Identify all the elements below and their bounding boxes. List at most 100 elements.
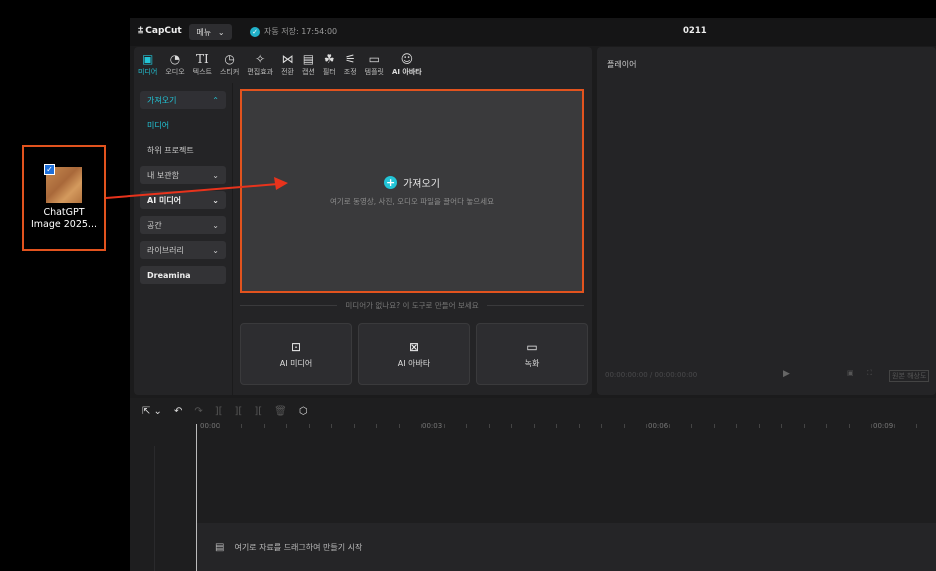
sidebar-item-media[interactable]: 미디어: [140, 116, 226, 134]
sidebar-item-dreamina[interactable]: Dreamina: [140, 266, 226, 284]
title-bar: ⩲ CapCut 메뉴 ⌄ ✓ 자동 저장: 17:54:00 0211: [130, 18, 936, 46]
tab-media[interactable]: ▣ 미디어: [134, 47, 161, 83]
desktop-file-icon[interactable]: ✓ ChatGPT Image 2025...: [22, 145, 106, 251]
project-title: 0211: [683, 26, 707, 36]
ruler-tick: [556, 424, 557, 428]
chevron-down-icon: ⌄: [212, 170, 219, 180]
ratio-button[interactable]: 원본 해상도: [889, 370, 930, 382]
media-sidebar: 가져오기 ⌃ 미디어 하위 프로젝트 내 보관함 ⌄ AI 미디어 ⌄ 공간 ⌄ 라이브…: [140, 91, 226, 291]
ruler-tick: [668, 424, 670, 428]
menu-button[interactable]: 메뉴 ⌄: [189, 24, 232, 40]
split-left-icon[interactable]: ][: [235, 406, 243, 417]
template-icon: ▭: [368, 52, 380, 66]
tab-sticker[interactable]: ◷ 스티커: [216, 47, 243, 83]
split-right-icon[interactable]: ][: [254, 406, 262, 417]
timeline-ruler: 00:00 00:03 00:06 00:09: [196, 420, 936, 434]
capcut-logo-icon: ⩲: [138, 26, 144, 36]
media-icon: ▣: [141, 52, 154, 66]
ruler-tick: [736, 424, 737, 428]
tab-filter[interactable]: ☘ 필터: [319, 47, 340, 83]
fullscreen-icon[interactable]: ▣: [847, 369, 854, 377]
sticker-icon: ◷: [224, 52, 235, 66]
ruler-tick: [826, 424, 827, 428]
camera-icon: ▭: [526, 339, 538, 354]
ruler-tick: [443, 424, 445, 428]
ruler-tick: [421, 424, 422, 428]
sidebar-item-import[interactable]: 가져오기 ⌃: [140, 91, 226, 109]
ruler-tick: [511, 424, 512, 428]
play-icon[interactable]: ▶: [783, 369, 790, 379]
capcut-window: ⩲ CapCut 메뉴 ⌄ ✓ 자동 저장: 17:54:00 0211 ▣ 미디어 ◔…: [130, 18, 936, 571]
tab-adjust[interactable]: ⚟ 조정: [340, 47, 361, 83]
ruler-tick: [331, 424, 332, 428]
player-controls: 00:00:00:00 / 00:00:00:00 ▶ ▣ ⛶ 원본 해상도: [597, 365, 936, 389]
sidebar-item-ai-media[interactable]: AI 미디어 ⌄: [140, 191, 226, 209]
tab-transition[interactable]: ⋈ 전환: [277, 47, 298, 83]
record-card[interactable]: ▭ 녹화: [476, 323, 588, 385]
undo-icon[interactable]: ↶: [174, 406, 182, 417]
plus-icon: +: [384, 176, 398, 189]
dropzone-hint: 여기로 동영상, 사진, 오디오 파일을 끌어다 놓으세요: [330, 197, 494, 206]
track-divider: [154, 446, 155, 571]
tab-text[interactable]: TI 텍스트: [189, 47, 216, 83]
main-track[interactable]: ▤ 여기로 자료를 드래그하여 만들기 시작: [197, 523, 936, 571]
ai-media-card[interactable]: ⊡ AI 미디어: [240, 323, 352, 385]
ruler-tick-label: 00:03: [422, 422, 443, 430]
main-toolbar: ▣ 미디어 ◔ 오디오 TI 텍스트 ◷ 스티커 ✧ 편집효과 ⋈ 전환 ▤ 캡션 ☘ 필터 ⚟…: [134, 47, 592, 83]
image-thumbnail: ✓: [44, 164, 82, 203]
caption-icon: ▤: [302, 52, 315, 66]
chevron-down-icon: ⌄: [212, 245, 219, 255]
ruler-tick-label: 00:09: [873, 422, 894, 430]
player-panel: 플레이어 00:00:00:00 / 00:00:00:00 ▶ ▣ ⛶ 원본 …: [597, 47, 936, 395]
ruler-tick: [376, 424, 377, 428]
sidebar-item-space[interactable]: 공간 ⌄: [140, 216, 226, 234]
ruler-tick-label: 00:06: [648, 422, 669, 430]
sidebar-item-subprojects[interactable]: 하위 프로젝트: [140, 141, 226, 159]
ai-avatar-icon: ⊠: [408, 339, 420, 354]
desktop-file-name: ChatGPT Image 2025...: [30, 207, 97, 230]
ruler-tick: [353, 424, 355, 428]
ruler-tick: [533, 424, 535, 428]
ruler-tick: [781, 424, 782, 428]
tab-caption[interactable]: ▤ 캡션: [298, 47, 319, 83]
tab-audio[interactable]: ◔ 오디오: [161, 47, 188, 83]
film-icon: ▤: [215, 541, 225, 553]
ruler-tick: [488, 424, 490, 428]
ruler-tick: [241, 424, 242, 428]
autosave-status: ✓ 자동 저장: 17:54:00: [250, 26, 337, 37]
ruler-tick: [578, 424, 580, 428]
ruler-tick: [308, 424, 310, 428]
tab-effects[interactable]: ✧ 편집효과: [243, 47, 277, 83]
split-icon[interactable]: ][: [215, 406, 223, 417]
ruler-tick: [646, 424, 647, 428]
text-icon: TI: [195, 52, 209, 66]
player-label: 플레이어: [607, 60, 637, 69]
tab-template[interactable]: ▭ 템플릿: [361, 47, 388, 83]
transition-icon: ⋈: [281, 52, 294, 66]
ruler-tick: [893, 424, 895, 428]
sidebar-item-my-storage[interactable]: 내 보관함 ⌄: [140, 166, 226, 184]
sidebar-item-library[interactable]: 라이브러리 ⌄: [140, 241, 226, 259]
tab-ai-avatar[interactable]: ☺ AI 아바타: [388, 47, 426, 83]
import-dropzone[interactable]: + 가져오기 여기로 동영상, 사진, 오디오 파일을 끌어다 놓으세요: [240, 89, 584, 293]
ruler-tick: [286, 424, 287, 428]
redo-icon[interactable]: ↷: [194, 406, 202, 417]
crop-icon[interactable]: ⛶: [867, 369, 872, 378]
chevron-down-icon: ⌄: [212, 220, 219, 230]
ruler-tick: [623, 424, 625, 428]
import-button[interactable]: + 가져오기: [384, 175, 440, 190]
ruler-tick: [691, 424, 692, 428]
ruler-tick: [871, 424, 872, 428]
ai-avatar-card[interactable]: ⊠ AI 아바타: [358, 323, 470, 385]
effects-icon: ✧: [255, 52, 266, 66]
chevron-up-icon: ⌃: [212, 95, 219, 105]
ruler-tick: [848, 424, 850, 428]
ruler-tick: [263, 424, 265, 428]
media-panel: ▣ 미디어 ◔ 오디오 TI 텍스트 ◷ 스티커 ✧ 편집효과 ⋈ 전환 ▤ 캡션 ☘ 필터 ⚟…: [134, 47, 592, 395]
select-cursor-icon[interactable]: ⇱ ⌄: [142, 406, 162, 417]
chevron-down-icon: ⌄: [212, 195, 219, 205]
ruler-tick: [601, 424, 602, 428]
marker-icon[interactable]: ⬡: [299, 406, 308, 417]
ai-media-icon: ⊡: [290, 339, 302, 354]
delete-icon[interactable]: 🗑: [274, 406, 287, 417]
